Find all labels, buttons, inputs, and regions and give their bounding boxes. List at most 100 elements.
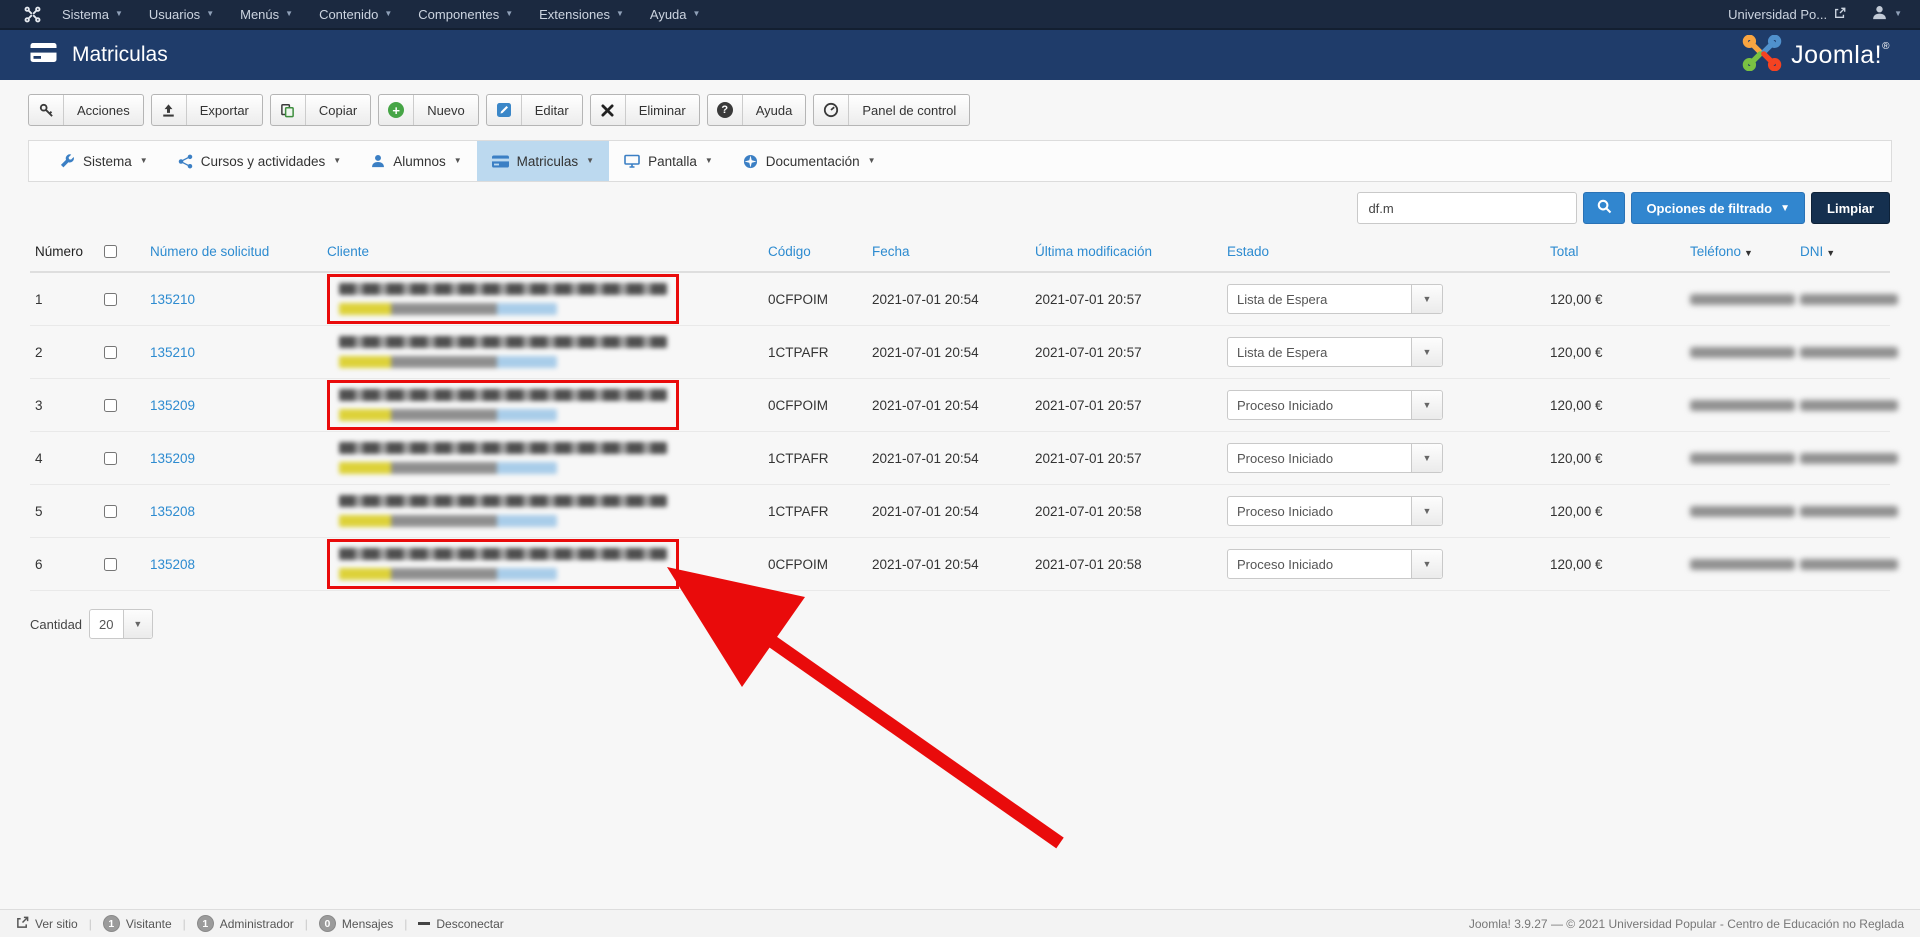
menu-contenido[interactable]: Contenido ▼ (306, 0, 405, 29)
col-estado[interactable]: Estado (1227, 244, 1269, 259)
menu-usuarios[interactable]: Usuarios ▼ (136, 0, 227, 29)
total-value: 120,00 € (1545, 557, 1685, 572)
admins-status[interactable]: 1 Administrador (197, 915, 294, 932)
chevron-down-icon: ▼ (384, 10, 392, 18)
chevron-down-icon: ▼ (333, 157, 341, 165)
site-preview-link[interactable]: Universidad Po... (1728, 7, 1846, 22)
modificacion-value: 2021-07-01 20:57 (1030, 345, 1222, 360)
estado-value: Lista de Espera (1228, 338, 1411, 366)
table-row: 5 135208 1CTPAFR 2021-07-01 20:54 2021-0… (30, 485, 1890, 538)
copiar-button[interactable]: Copiar (270, 94, 371, 126)
row-checkbox[interactable] (104, 505, 117, 518)
joomla-logo-icon (1742, 35, 1782, 76)
button-label: Copiar (306, 95, 370, 125)
fecha-value: 2021-07-01 20:54 (867, 345, 1030, 360)
codigo-value: 0CFPOIM (763, 398, 867, 413)
solicitud-link[interactable]: 135208 (150, 557, 195, 572)
solicitud-link[interactable]: 135210 (150, 345, 195, 360)
fecha-value: 2021-07-01 20:54 (867, 398, 1030, 413)
col-codigo[interactable]: Código (768, 244, 811, 259)
filter-options-button[interactable]: Opciones de filtrado ▼ (1631, 192, 1805, 224)
chevron-down-icon: ▼ (206, 10, 214, 18)
solicitud-link[interactable]: 135209 (150, 451, 195, 466)
subnav-pantalla[interactable]: Pantalla ▼ (609, 141, 728, 181)
solicitud-link[interactable]: 135210 (150, 292, 195, 307)
visitors-status[interactable]: 1 Visitante (103, 915, 172, 932)
search-button[interactable] (1583, 192, 1625, 224)
upload-icon (152, 95, 187, 125)
redacted-dni (1800, 559, 1898, 570)
estado-select[interactable]: Proceso Iniciado ▼ (1227, 549, 1443, 579)
col-solicitud[interactable]: Número de solicitud (150, 244, 269, 259)
select-all-checkbox[interactable] (104, 245, 117, 258)
solicitud-link[interactable]: 135209 (150, 398, 195, 413)
exportar-button[interactable]: Exportar (151, 94, 263, 126)
list-limit-select[interactable]: 20 ▼ (89, 609, 153, 639)
col-cliente[interactable]: Cliente (327, 244, 369, 259)
fecha-value: 2021-07-01 20:54 (867, 557, 1030, 572)
clear-button[interactable]: Limpiar (1811, 192, 1890, 224)
row-checkbox[interactable] (104, 452, 117, 465)
row-checkbox[interactable] (104, 346, 117, 359)
col-dni[interactable]: DNI▼ (1800, 244, 1835, 259)
menu-label: Contenido (319, 7, 378, 22)
subnav-documentacion[interactable]: Documentación ▼ (728, 141, 891, 181)
menu-extensiones[interactable]: Extensiones ▼ (526, 0, 637, 29)
menu-ayuda[interactable]: Ayuda ▼ (637, 0, 714, 29)
subnav-label: Matriculas (517, 154, 579, 169)
view-site-label: Ver sitio (35, 917, 78, 931)
chevron-down-icon: ▼ (1780, 203, 1790, 214)
redacted-dni (1800, 453, 1898, 464)
estado-select[interactable]: Proceso Iniciado ▼ (1227, 496, 1443, 526)
chevron-down-icon: ▼ (115, 10, 123, 18)
subnav-alumnos[interactable]: Alumnos ▼ (356, 141, 476, 181)
total-value: 120,00 € (1545, 451, 1685, 466)
acciones-button[interactable]: Acciones (28, 94, 144, 126)
ayuda-button[interactable]: ? Ayuda (707, 94, 807, 126)
button-label: Panel de control (849, 95, 969, 125)
estado-select[interactable]: Lista de Espera ▼ (1227, 284, 1443, 314)
logout-link[interactable]: Desconectar (418, 917, 503, 931)
search-input[interactable] (1357, 192, 1577, 224)
panel-de-control-button[interactable]: Panel de control (813, 94, 970, 126)
key-icon (29, 95, 64, 125)
row-number: 4 (30, 451, 95, 466)
messages-status[interactable]: 0 Mensajes (319, 915, 393, 932)
eliminar-button[interactable]: Eliminar (590, 94, 700, 126)
messages-count-badge: 0 (319, 915, 336, 932)
list-limit: Cantidad 20 ▼ (30, 609, 1890, 639)
row-checkbox[interactable] (104, 558, 117, 571)
chevron-down-icon: ▼ (705, 157, 713, 165)
col-fecha[interactable]: Fecha (872, 244, 910, 259)
button-label: Eliminar (626, 95, 699, 125)
row-checkbox[interactable] (104, 293, 117, 306)
subnav-matriculas[interactable]: Matriculas ▼ (477, 141, 609, 181)
editar-button[interactable]: Editar (486, 94, 583, 126)
nuevo-button[interactable]: + Nuevo (378, 94, 479, 126)
user-menu[interactable]: ▼ (1872, 5, 1902, 23)
subnav-label: Alumnos (393, 154, 446, 169)
button-label: Editar (522, 95, 582, 125)
solicitud-link[interactable]: 135208 (150, 504, 195, 519)
menu-menus[interactable]: Menús ▼ (227, 0, 306, 29)
sort-caret-icon: ▼ (1744, 248, 1753, 258)
subnav-sistema[interactable]: Sistema ▼ (45, 141, 163, 181)
col-telefono[interactable]: Teléfono▼ (1690, 244, 1753, 259)
menu-sistema[interactable]: Sistema ▼ (49, 0, 136, 29)
estado-select[interactable]: Proceso Iniciado ▼ (1227, 390, 1443, 420)
user-icon (1872, 5, 1887, 23)
view-site-link[interactable]: Ver sitio (16, 916, 78, 932)
menu-label: Ayuda (650, 7, 687, 22)
estado-select[interactable]: Lista de Espera ▼ (1227, 337, 1443, 367)
col-modificacion[interactable]: Última modificación (1035, 244, 1152, 259)
modificacion-value: 2021-07-01 20:58 (1030, 504, 1222, 519)
total-value: 120,00 € (1545, 345, 1685, 360)
row-checkbox[interactable] (104, 399, 117, 412)
redacted-phone (1690, 506, 1795, 517)
redacted-client-email (339, 515, 557, 527)
col-total[interactable]: Total (1550, 244, 1579, 259)
subnav-label: Sistema (83, 154, 132, 169)
menu-componentes[interactable]: Componentes ▼ (405, 0, 526, 29)
estado-select[interactable]: Proceso Iniciado ▼ (1227, 443, 1443, 473)
subnav-cursos-y-actividades[interactable]: Cursos y actividades ▼ (163, 141, 356, 181)
